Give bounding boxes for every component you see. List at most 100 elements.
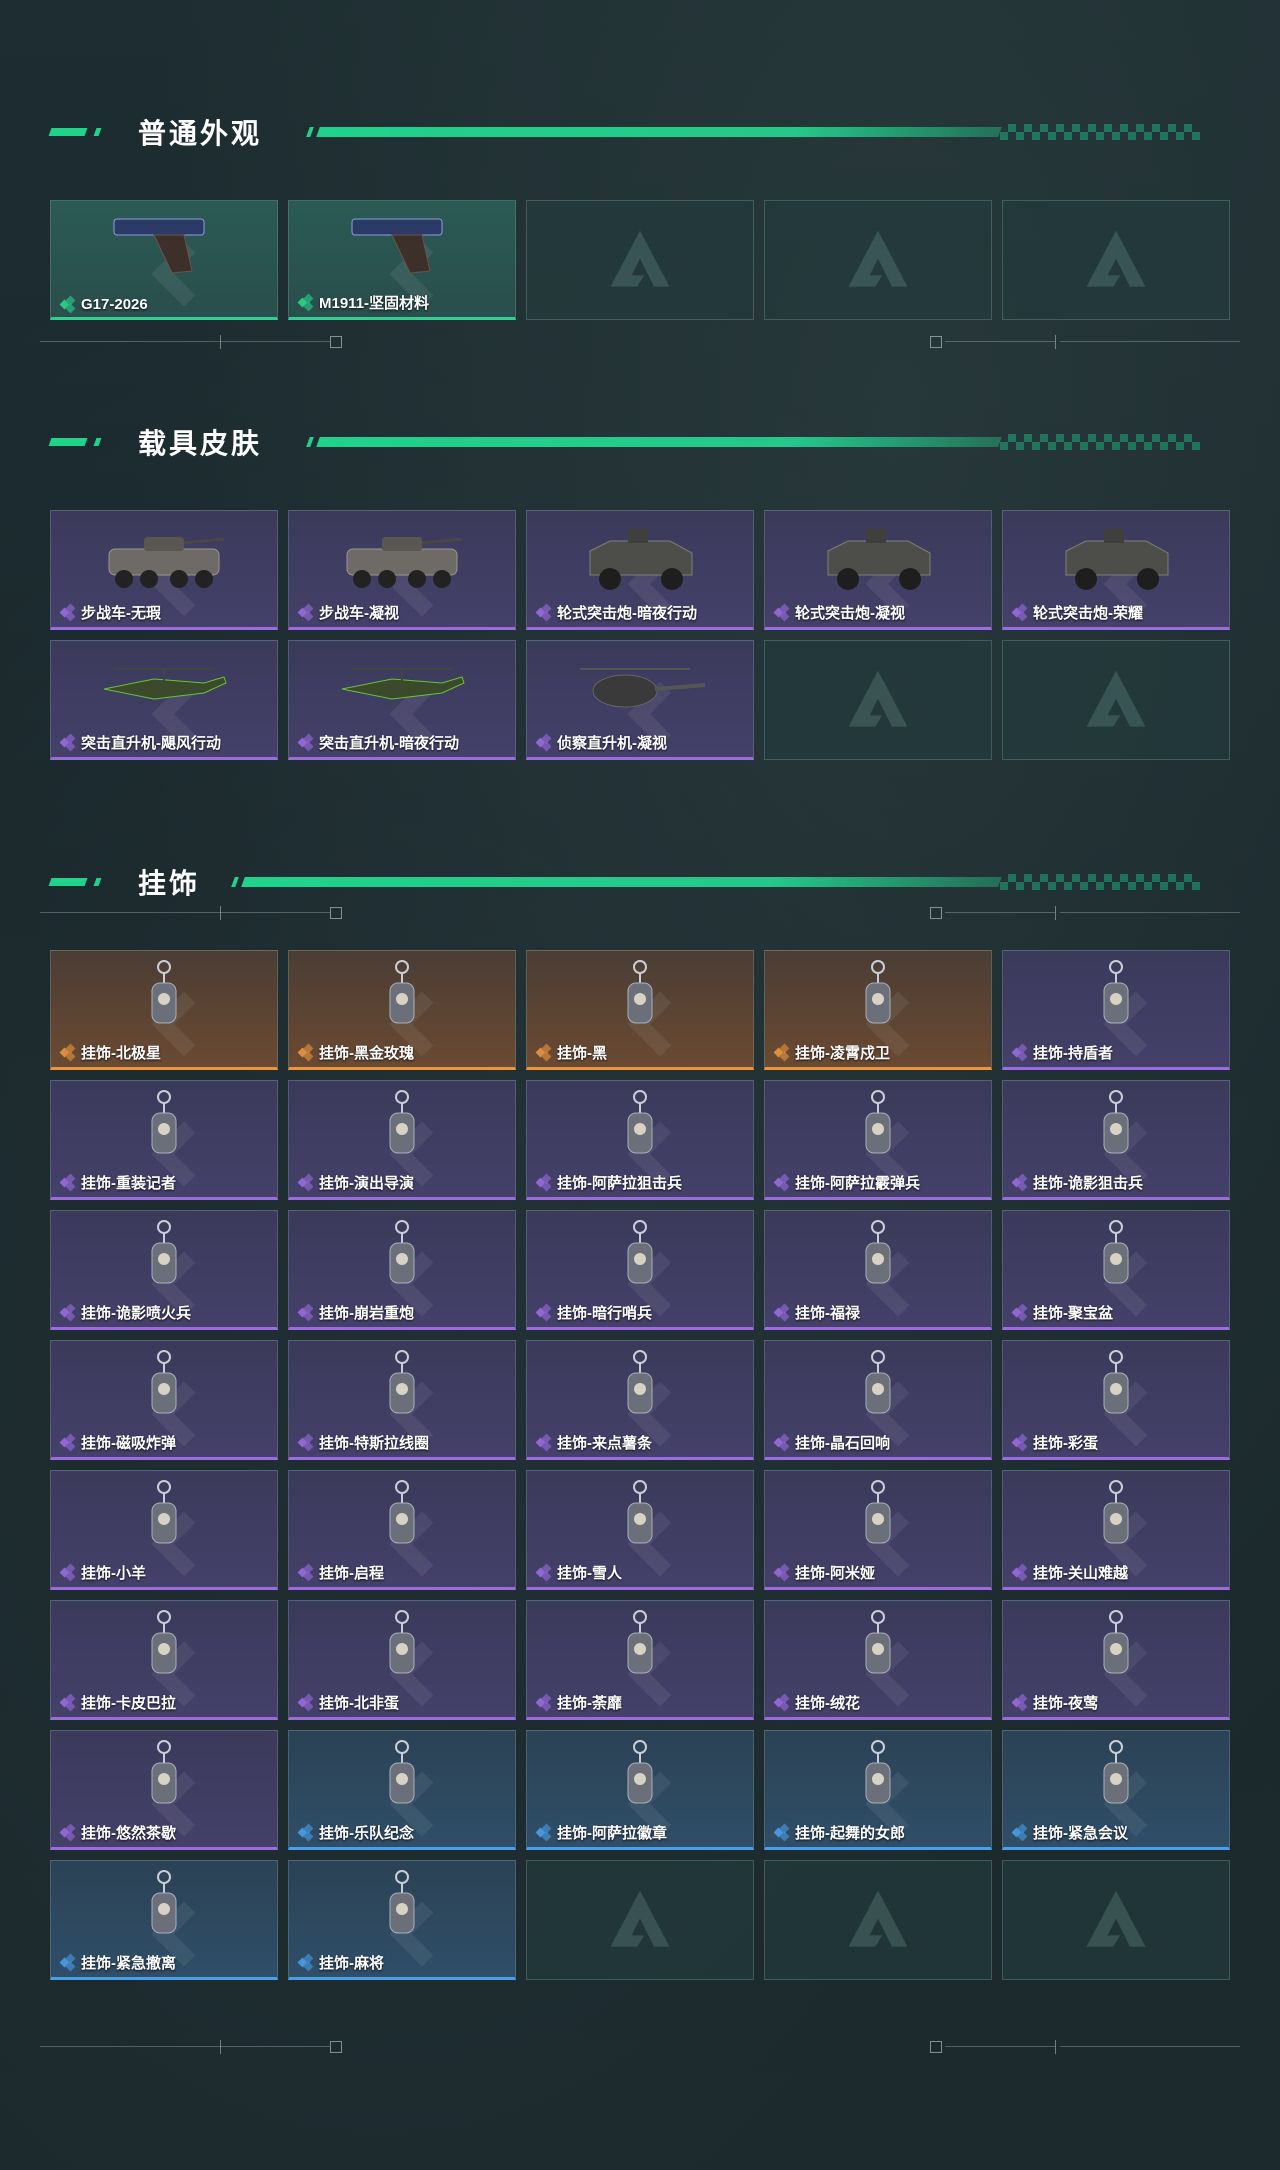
item-name: 挂饰-荼靡	[557, 1695, 622, 1712]
rarity-icon	[59, 603, 77, 621]
item-card[interactable]: 挂饰-启程	[288, 1470, 516, 1590]
item-card[interactable]: 挂饰-乐队纪念	[288, 1730, 516, 1850]
item-card[interactable]: 突击直升机-暗夜行动	[288, 640, 516, 760]
item-card[interactable]: 轮式突击炮-凝视	[764, 510, 992, 630]
rarity-icon	[59, 1953, 77, 1971]
item-name: 挂饰-聚宝盆	[1033, 1305, 1113, 1322]
attack-helicopter-icon	[341, 668, 465, 700]
charm-icon	[865, 1220, 891, 1284]
item-label-row: 挂饰-阿米娅	[773, 1562, 875, 1583]
header-accent	[93, 438, 102, 446]
empty-slot	[764, 1860, 992, 1980]
item-card[interactable]: 挂饰-雪人	[526, 1470, 754, 1590]
ruler-mark	[220, 335, 221, 349]
item-card[interactable]: 挂饰-特斯拉线圈	[288, 1340, 516, 1460]
section-ruler	[40, 335, 1240, 349]
charm-icon	[389, 1220, 415, 1284]
ruler-mark	[220, 341, 330, 342]
item-card[interactable]: 挂饰-紧急撤离	[50, 1860, 278, 1980]
charm-icon	[389, 1090, 415, 1154]
item-card[interactable]: 挂饰-诡影狙击兵	[1002, 1080, 1230, 1200]
charm-icon	[151, 1090, 177, 1154]
item-card[interactable]: 挂饰-绒花	[764, 1600, 992, 1720]
item-label-row: M1911-坚固材料	[297, 292, 429, 313]
item-name: 挂饰-晶石回响	[795, 1435, 890, 1452]
item-name: 挂饰-绒花	[795, 1695, 860, 1712]
item-card[interactable]: 挂饰-彩蛋	[1002, 1340, 1230, 1460]
item-card[interactable]: 挂饰-麻将	[288, 1860, 516, 1980]
item-label-row: 挂饰-黑	[535, 1042, 607, 1063]
item-card[interactable]: 挂饰-持盾者	[1002, 950, 1230, 1070]
item-label-row: 挂饰-凌霄戍卫	[773, 1042, 890, 1063]
charm-icon	[389, 960, 415, 1024]
item-name: 挂饰-紧急会议	[1033, 1825, 1128, 1842]
item-card[interactable]: 挂饰-悠然茶歇	[50, 1730, 278, 1850]
charm-icon	[627, 1220, 653, 1284]
rarity-icon	[59, 1693, 77, 1711]
item-card[interactable]: 轮式突击炮-暗夜行动	[526, 510, 754, 630]
item-card[interactable]: 挂饰-阿萨拉狙击兵	[526, 1080, 754, 1200]
item-card[interactable]: 步战车-无瑕	[50, 510, 278, 630]
item-card[interactable]: 挂饰-小羊	[50, 1470, 278, 1590]
rarity-icon	[59, 1433, 77, 1451]
ruler-mark	[930, 907, 942, 919]
item-card[interactable]: 挂饰-起舞的女郎	[764, 1730, 992, 1850]
item-card[interactable]: 挂饰-北极星	[50, 950, 278, 1070]
item-card[interactable]: 挂饰-阿米娅	[764, 1470, 992, 1590]
ruler-mark	[945, 341, 1055, 342]
item-card[interactable]: 挂饰-凌霄戍卫	[764, 950, 992, 1070]
rarity-icon	[535, 603, 553, 621]
item-label-row: 步战车-凝视	[297, 602, 399, 623]
item-card[interactable]: 挂饰-崩岩重炮	[288, 1210, 516, 1330]
item-label-row: 挂饰-北非蛋	[297, 1692, 399, 1713]
item-card[interactable]: M1911-坚固材料	[288, 200, 516, 320]
item-name: 挂饰-阿萨拉霰弹兵	[795, 1175, 920, 1192]
item-card[interactable]: 挂饰-重装记者	[50, 1080, 278, 1200]
item-card[interactable]: G17-2026	[50, 200, 278, 320]
rarity-icon	[1011, 1173, 1029, 1191]
item-card[interactable]: 挂饰-演出导演	[288, 1080, 516, 1200]
item-card[interactable]: 挂饰-聚宝盆	[1002, 1210, 1230, 1330]
item-name: 挂饰-北非蛋	[319, 1695, 399, 1712]
item-card[interactable]: 挂饰-阿萨拉霰弹兵	[764, 1080, 992, 1200]
item-label-row: 挂饰-磁吸炸弹	[59, 1432, 176, 1453]
rarity-icon	[297, 1303, 315, 1321]
item-label-row: 挂饰-福禄	[773, 1302, 860, 1323]
item-card[interactable]: 步战车-凝视	[288, 510, 516, 630]
item-name: 挂饰-暗行哨兵	[557, 1305, 652, 1322]
item-card[interactable]: 挂饰-关山难越	[1002, 1470, 1230, 1590]
item-card[interactable]: 挂饰-诡影喷火兵	[50, 1210, 278, 1330]
item-card[interactable]: 侦察直升机-凝视	[526, 640, 754, 760]
item-card[interactable]: 挂饰-阿萨拉徽章	[526, 1730, 754, 1850]
item-name: 挂饰-福禄	[795, 1305, 860, 1322]
rarity-icon	[59, 295, 77, 313]
item-label-row: 挂饰-黑金玫瑰	[297, 1042, 414, 1063]
item-card[interactable]: 挂饰-夜莺	[1002, 1600, 1230, 1720]
item-name: 挂饰-小羊	[81, 1565, 146, 1582]
item-name: 突击直升机-飓风行动	[81, 735, 221, 752]
charm-icon	[627, 1610, 653, 1674]
charm-icon	[1103, 1480, 1129, 1544]
charm-icon	[865, 1740, 891, 1804]
item-card[interactable]: 挂饰-磁吸炸弹	[50, 1340, 278, 1460]
item-card[interactable]: 挂饰-紧急会议	[1002, 1730, 1230, 1850]
item-card[interactable]: 挂饰-黑金玫瑰	[288, 950, 516, 1070]
item-name: 挂饰-磁吸炸弹	[81, 1435, 176, 1452]
rarity-icon	[297, 1693, 315, 1711]
item-card[interactable]: 挂饰-福禄	[764, 1210, 992, 1330]
item-name: 挂饰-重装记者	[81, 1175, 176, 1192]
item-card[interactable]: 挂饰-晶石回响	[764, 1340, 992, 1460]
item-card[interactable]: 挂饰-北非蛋	[288, 1600, 516, 1720]
item-card[interactable]: 突击直升机-飓风行动	[50, 640, 278, 760]
item-card[interactable]: 轮式突击炮-荣耀	[1002, 510, 1230, 630]
item-label-row: 轮式突击炮-荣耀	[1011, 602, 1143, 623]
item-card[interactable]: 挂饰-卡皮巴拉	[50, 1600, 278, 1720]
item-name: 挂饰-雪人	[557, 1565, 622, 1582]
rarity-icon	[773, 603, 791, 621]
item-card[interactable]: 挂饰-暗行哨兵	[526, 1210, 754, 1330]
item-card[interactable]: 挂饰-荼靡	[526, 1600, 754, 1720]
item-card[interactable]: 挂饰-来点薯条	[526, 1340, 754, 1460]
placeholder-logo-icon	[610, 1890, 670, 1947]
item-name: 挂饰-崩岩重炮	[319, 1305, 414, 1322]
item-card[interactable]: 挂饰-黑	[526, 950, 754, 1070]
